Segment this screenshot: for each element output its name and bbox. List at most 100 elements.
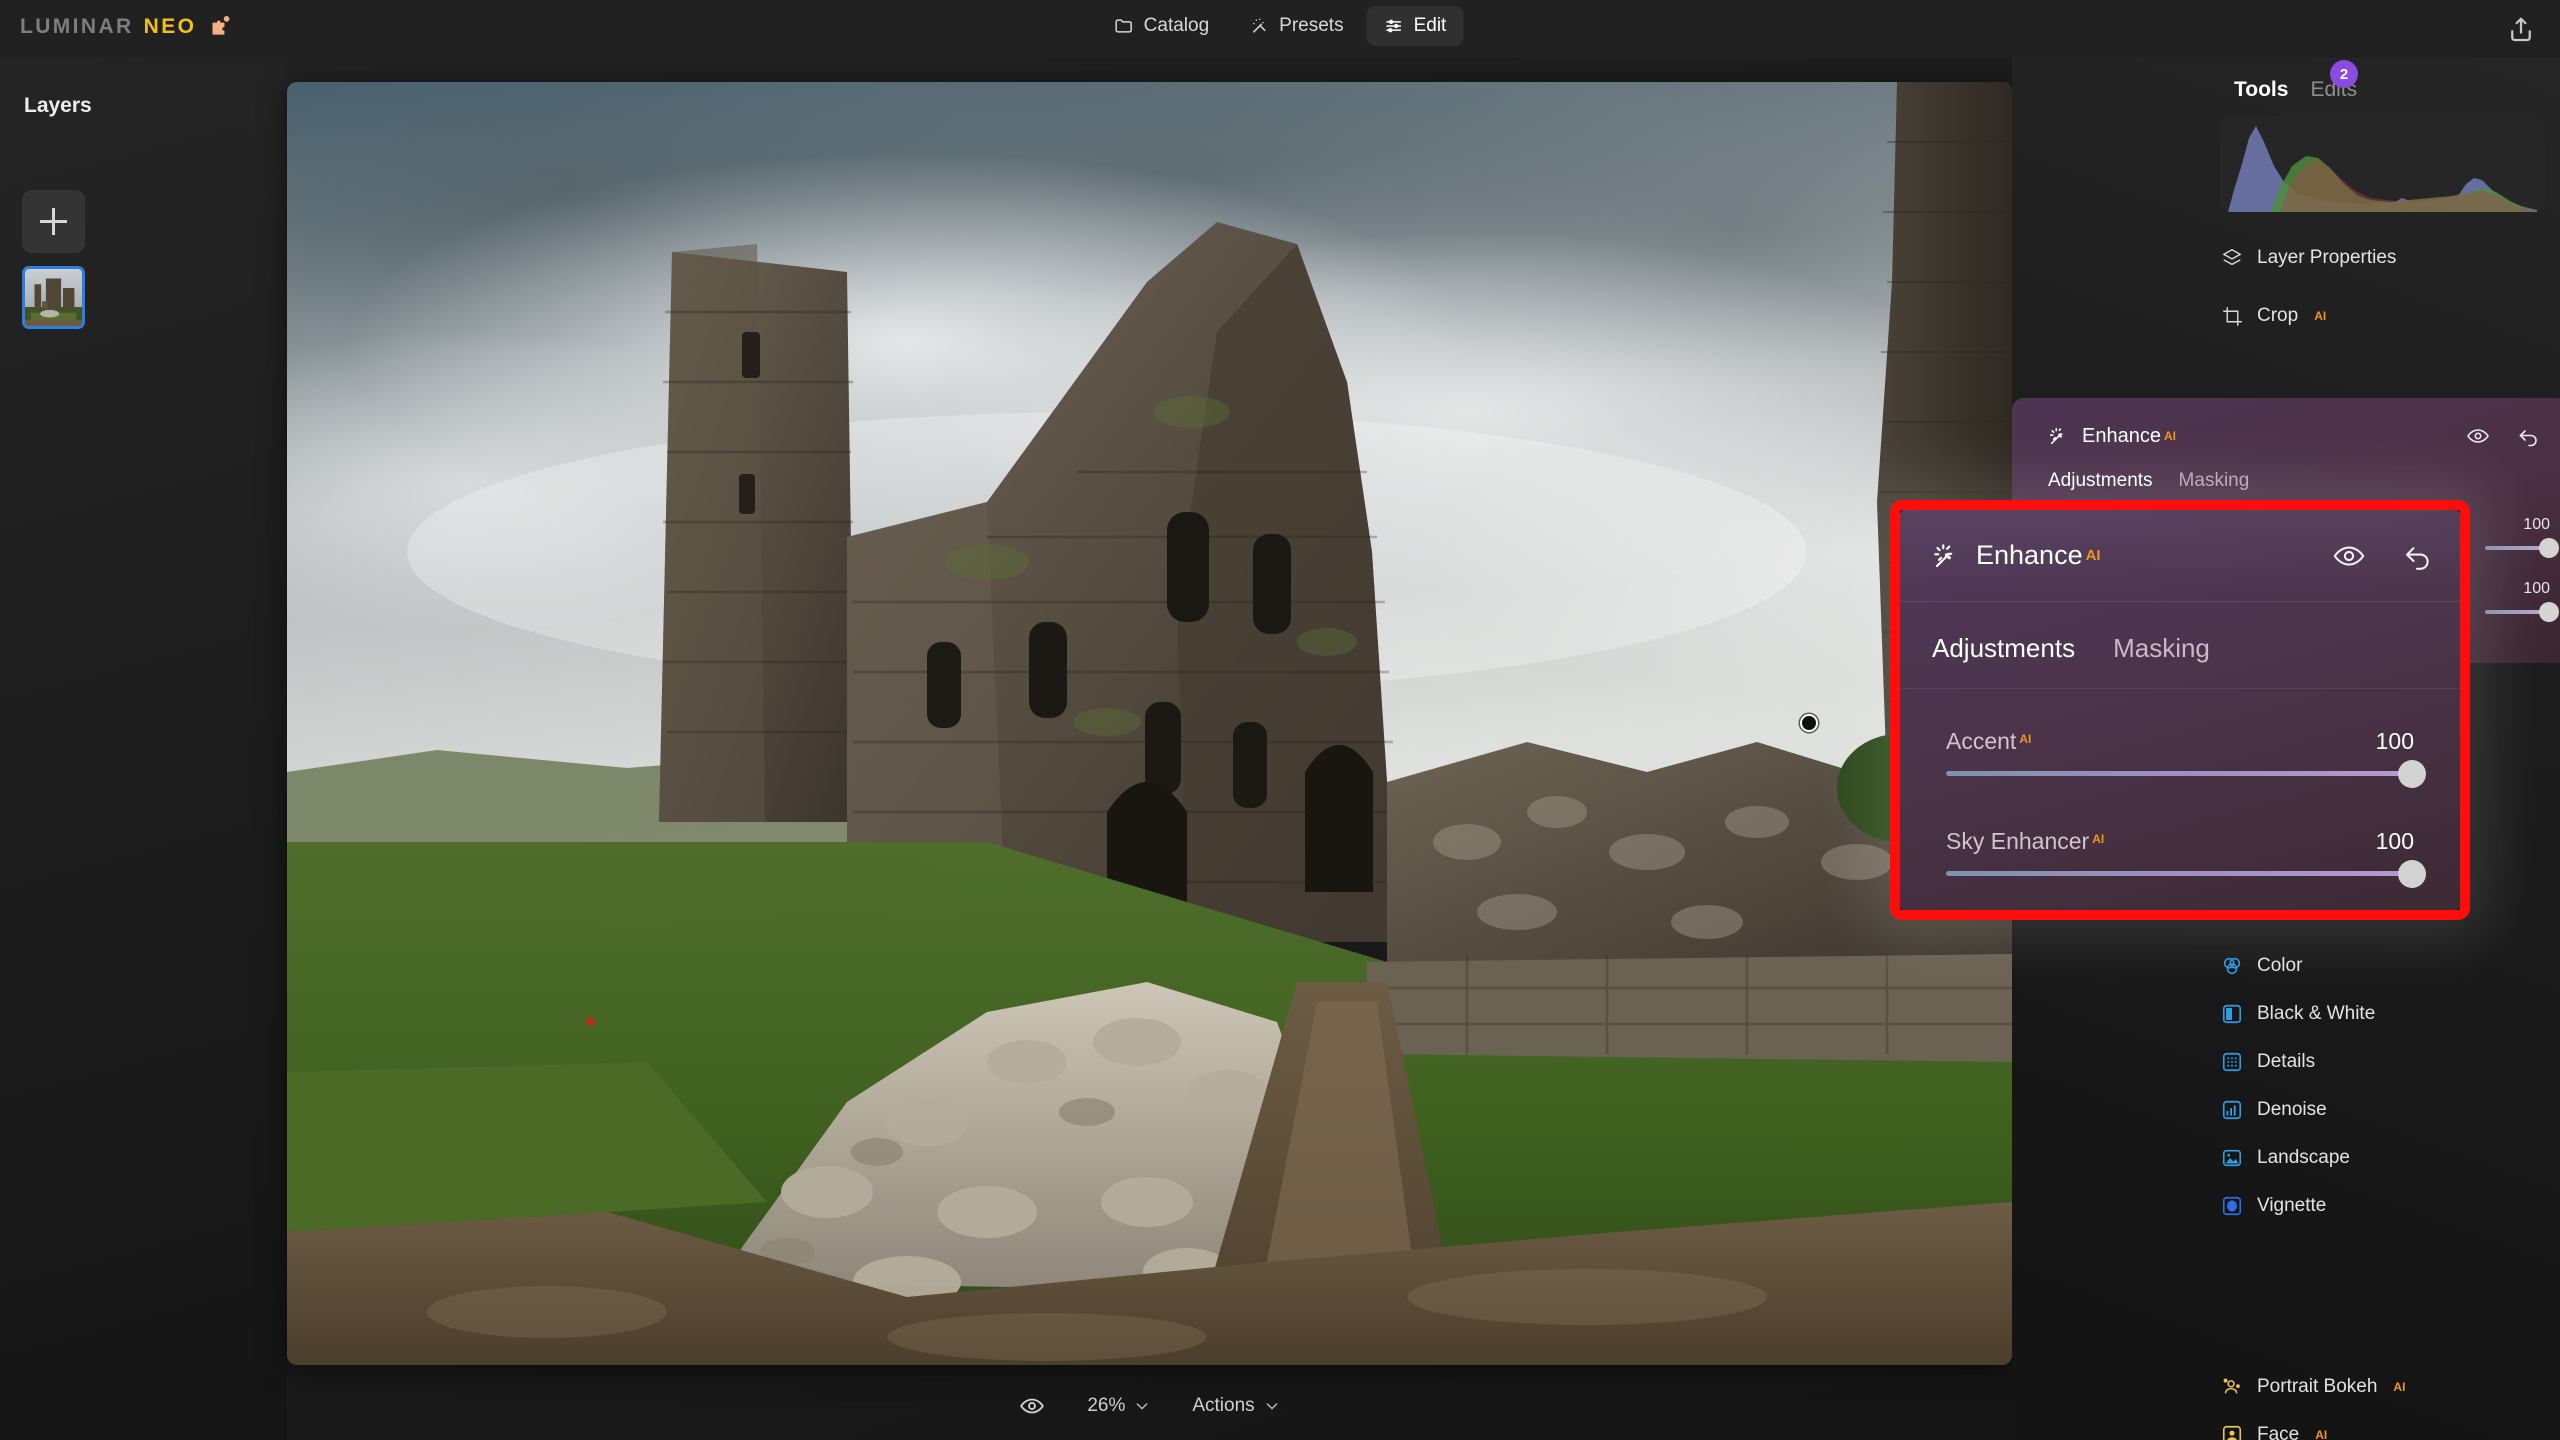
- enhance-card-header: Enhance AI: [2048, 412, 2540, 460]
- edits-count-badge: 2: [2330, 60, 2358, 88]
- tool-row-details[interactable]: Details: [2220, 1050, 2315, 1074]
- magic-wand-icon: [1934, 543, 1953, 567]
- castle-ruins-photo: [287, 82, 2012, 1365]
- face-icon: [2220, 1423, 2244, 1440]
- layers-sidebar: Layers: [0, 58, 287, 1440]
- ai-badge: AI: [2019, 731, 2032, 746]
- castle-ruins-thumbnail: [25, 269, 82, 326]
- slider-sky-enhancer-row: Sky Enhancer AI 100: [1946, 828, 2414, 855]
- tool-row-vignette[interactable]: Vignette: [2220, 1194, 2326, 1218]
- tool-row-landscape[interactable]: Landscape: [2220, 1146, 2350, 1170]
- eye-icon[interactable]: [2332, 539, 2366, 573]
- slider-knob[interactable]: [2398, 759, 2426, 788]
- slider-sky-label-wrap: Sky Enhancer AI: [1946, 828, 2104, 855]
- ai-badge: AI: [2314, 309, 2327, 323]
- app-logo: LUMINAR NEO: [20, 14, 232, 40]
- nav-edit-label: Edit: [1413, 15, 1447, 36]
- tool-row-denoise[interactable]: Denoise: [2220, 1098, 2327, 1122]
- slider-value: 100: [2523, 516, 2550, 533]
- bottom-toolbar: 26% Actions: [287, 1372, 2012, 1440]
- histogram-plot: [2228, 126, 2537, 212]
- color-circles-icon: [2220, 954, 2244, 978]
- crop-icon: [2220, 304, 2244, 328]
- popup-tabs-divider: [1900, 688, 2460, 689]
- details-grid-icon: [2220, 1050, 2244, 1074]
- brand-secondary: NEO: [143, 15, 197, 38]
- tool-label: Layer Properties: [2257, 247, 2397, 268]
- preview-eye-icon[interactable]: [1019, 1393, 1045, 1419]
- undo-arrow-icon[interactable]: [2516, 424, 2540, 448]
- nav-catalog[interactable]: Catalog: [1097, 6, 1227, 46]
- slider-track[interactable]: [1946, 759, 2426, 788]
- undo-arrow-icon[interactable]: [2400, 539, 2434, 573]
- actions-label: Actions: [1192, 1395, 1255, 1416]
- tool-label: Vignette: [2257, 1195, 2327, 1216]
- tool-label: Black & White: [2257, 1003, 2376, 1024]
- tab-adjustments[interactable]: Adjustments: [2048, 470, 2153, 492]
- popup-tab-masking[interactable]: Masking: [2113, 633, 2210, 664]
- tool-label: Face: [2257, 1424, 2300, 1440]
- layers-icon: [2220, 246, 2244, 270]
- nav-catalog-label: Catalog: [1143, 15, 1210, 36]
- red-point-marker: [586, 1017, 595, 1026]
- enhance-card-slider-sky[interactable]: 100: [2485, 580, 2560, 622]
- enhance-popup-highlighted[interactable]: Enhance AI Adjustments Masking Accent AI…: [1890, 500, 2470, 920]
- main-nav: Catalog Presets Edit: [1097, 6, 1464, 46]
- tab-masking[interactable]: Masking: [2179, 470, 2250, 492]
- ai-badge: AI: [2315, 1428, 2328, 1440]
- slider-accent[interactable]: Accent AI 100: [1946, 728, 2426, 788]
- tool-row-color[interactable]: Color: [2220, 954, 2302, 978]
- sparkle-icon: [1252, 18, 1265, 33]
- luminar-neo-window: LUMINAR NEO Catalog Presets Edit Layers …: [0, 0, 2560, 1440]
- enhance-card-title: Enhance: [2082, 424, 2161, 447]
- nav-presets[interactable]: Presets: [1232, 6, 1360, 46]
- popup-header: Enhance AI: [1900, 510, 2460, 602]
- popup-tab-adjustments[interactable]: Adjustments: [1932, 633, 2075, 664]
- landscape-photo-icon: [2220, 1146, 2244, 1170]
- tool-label: Color: [2257, 955, 2303, 976]
- eye-icon[interactable]: [2466, 424, 2490, 448]
- slider-track[interactable]: [1946, 859, 2426, 888]
- slider-accent-label-wrap: Accent AI: [1946, 728, 2031, 755]
- enhance-card-actions: [2466, 424, 2540, 448]
- tool-row-black-and-white[interactable]: Black & White: [2220, 1002, 2375, 1026]
- crosshair-cursor: [1800, 714, 1818, 732]
- denoise-icon: [2220, 1098, 2244, 1122]
- ai-badge: AI: [2163, 429, 2176, 443]
- share-export-icon[interactable]: [2506, 15, 2536, 45]
- chevron-down-icon: [1266, 1403, 1278, 1410]
- slider-sky-enhancer[interactable]: Sky Enhancer AI 100: [1946, 828, 2426, 888]
- zoom-level-selector[interactable]: 26%: [1087, 1395, 1150, 1417]
- tool-row-crop[interactable]: Crop AI: [2220, 304, 2326, 328]
- chevron-down-icon: [1136, 1403, 1148, 1410]
- slider-label: Sky Enhancer: [1946, 828, 2090, 854]
- tool-label: Crop: [2257, 305, 2299, 326]
- top-bar: LUMINAR NEO Catalog Presets Edit: [0, 0, 2560, 58]
- brand-primary: LUMINAR: [20, 15, 134, 38]
- sliders-icon: [1386, 19, 1402, 33]
- puzzle-icon: [212, 16, 230, 35]
- enhance-card-slider-accent[interactable]: 100: [2485, 516, 2560, 558]
- tool-row-portrait-bokeh[interactable]: Portrait Bokeh AI: [2220, 1375, 2405, 1399]
- layer-thumbnail-item[interactable]: [22, 266, 85, 329]
- add-layer-button[interactable]: [22, 190, 85, 253]
- actions-menu[interactable]: Actions: [1192, 1395, 1279, 1417]
- plus-icon: [40, 208, 67, 235]
- nav-presets-label: Presets: [1279, 15, 1344, 36]
- folder-icon: [1115, 19, 1132, 33]
- ai-badge: AI: [2393, 1380, 2406, 1394]
- tool-row-face[interactable]: Face AI: [2220, 1423, 2327, 1440]
- popup-header-actions: [2332, 539, 2434, 573]
- tab-tools[interactable]: Tools: [2234, 78, 2288, 102]
- slider-accent-row: Accent AI 100: [1946, 728, 2414, 755]
- slider-knob[interactable]: [2398, 859, 2426, 888]
- image-canvas[interactable]: [287, 82, 2012, 1365]
- popup-title: Enhance: [1976, 540, 2083, 570]
- histogram: [2220, 116, 2545, 212]
- nav-edit[interactable]: Edit: [1366, 6, 1464, 46]
- ai-badge: AI: [2085, 547, 2101, 564]
- slider-value: 100: [2523, 580, 2550, 597]
- magic-wand-icon: [2049, 427, 2063, 445]
- tool-row-layer-properties[interactable]: Layer Properties: [2220, 246, 2396, 270]
- tool-label: Denoise: [2257, 1099, 2327, 1120]
